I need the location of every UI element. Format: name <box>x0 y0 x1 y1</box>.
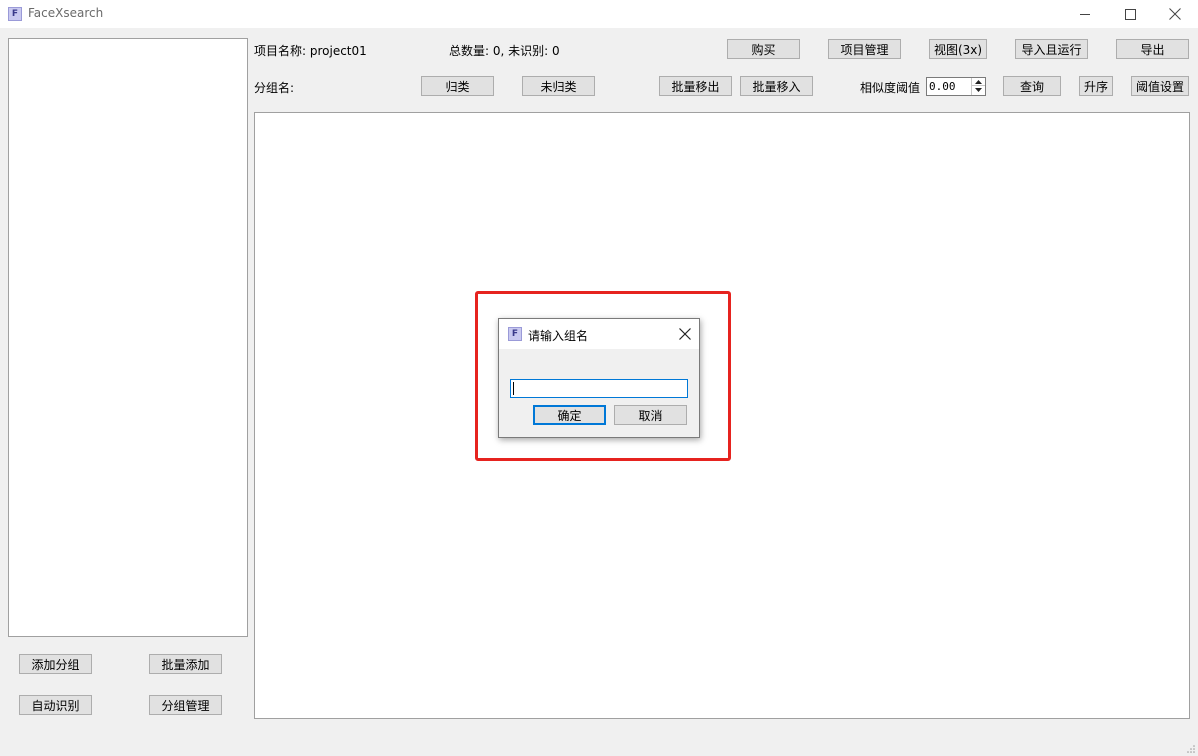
app-icon: F <box>8 7 22 21</box>
window-titlebar: F FaceXsearch <box>0 0 1198 28</box>
group-list[interactable] <box>8 38 248 637</box>
dialog-titlebar: F 请输入组名 <box>499 319 699 349</box>
threshold-settings-button[interactable]: 阈值设置 <box>1131 76 1189 96</box>
import-run-button[interactable]: 导入且运行 <box>1015 39 1088 59</box>
view-button[interactable]: 视图(3x) <box>929 39 987 59</box>
spin-down-button[interactable] <box>972 86 985 94</box>
close-button[interactable] <box>1152 0 1198 28</box>
project-manage-button[interactable]: 项目管理 <box>828 39 901 59</box>
text-caret <box>513 382 514 395</box>
maximize-icon <box>1124 8 1136 20</box>
group-manage-button[interactable]: 分组管理 <box>149 695 222 715</box>
minimize-icon <box>1080 14 1090 15</box>
spinner-arrows <box>971 78 985 95</box>
auto-recognize-button[interactable]: 自动识别 <box>19 695 92 715</box>
export-button[interactable]: 导出 <box>1116 39 1189 59</box>
count-label: 总数量: 0, 未识别: 0 <box>449 44 560 58</box>
threshold-spinbox[interactable]: 0.00 <box>926 77 986 96</box>
close-icon <box>679 328 691 340</box>
maximize-button[interactable] <box>1107 0 1153 28</box>
project-name-label: 项目名称: project01 <box>254 44 367 58</box>
window-title: FaceXsearch <box>28 6 104 20</box>
ascending-button[interactable]: 升序 <box>1079 76 1113 96</box>
group-name-dialog: F 请输入组名 确定 取消 <box>498 318 700 438</box>
spin-up-button[interactable] <box>972 78 985 86</box>
add-group-button[interactable]: 添加分组 <box>19 654 92 674</box>
minimize-button[interactable] <box>1062 0 1108 28</box>
ok-button[interactable]: 确定 <box>533 405 606 425</box>
buy-button[interactable]: 购买 <box>727 39 800 59</box>
classify-button[interactable]: 归类 <box>421 76 494 96</box>
group-name-label: 分组名: <box>254 81 295 95</box>
cancel-button[interactable]: 取消 <box>614 405 687 425</box>
batch-move-out-button[interactable]: 批量移出 <box>659 76 732 96</box>
triangle-down-icon <box>975 88 982 92</box>
dialog-title: 请输入组名 <box>528 329 589 343</box>
threshold-value[interactable]: 0.00 <box>929 80 956 93</box>
batch-move-in-button[interactable]: 批量移入 <box>740 76 813 96</box>
unclassified-button[interactable]: 未归类 <box>522 76 595 96</box>
batch-add-button[interactable]: 批量添加 <box>149 654 222 674</box>
dialog-close-button[interactable] <box>677 326 693 342</box>
threshold-label: 相似度阈值 <box>860 81 921 95</box>
query-button[interactable]: 查询 <box>1003 76 1061 96</box>
close-icon <box>1169 8 1181 20</box>
triangle-up-icon <box>975 79 982 84</box>
resize-grip-icon[interactable] <box>1186 744 1196 754</box>
group-name-input[interactable] <box>510 379 688 398</box>
dialog-app-icon: F <box>508 327 522 341</box>
